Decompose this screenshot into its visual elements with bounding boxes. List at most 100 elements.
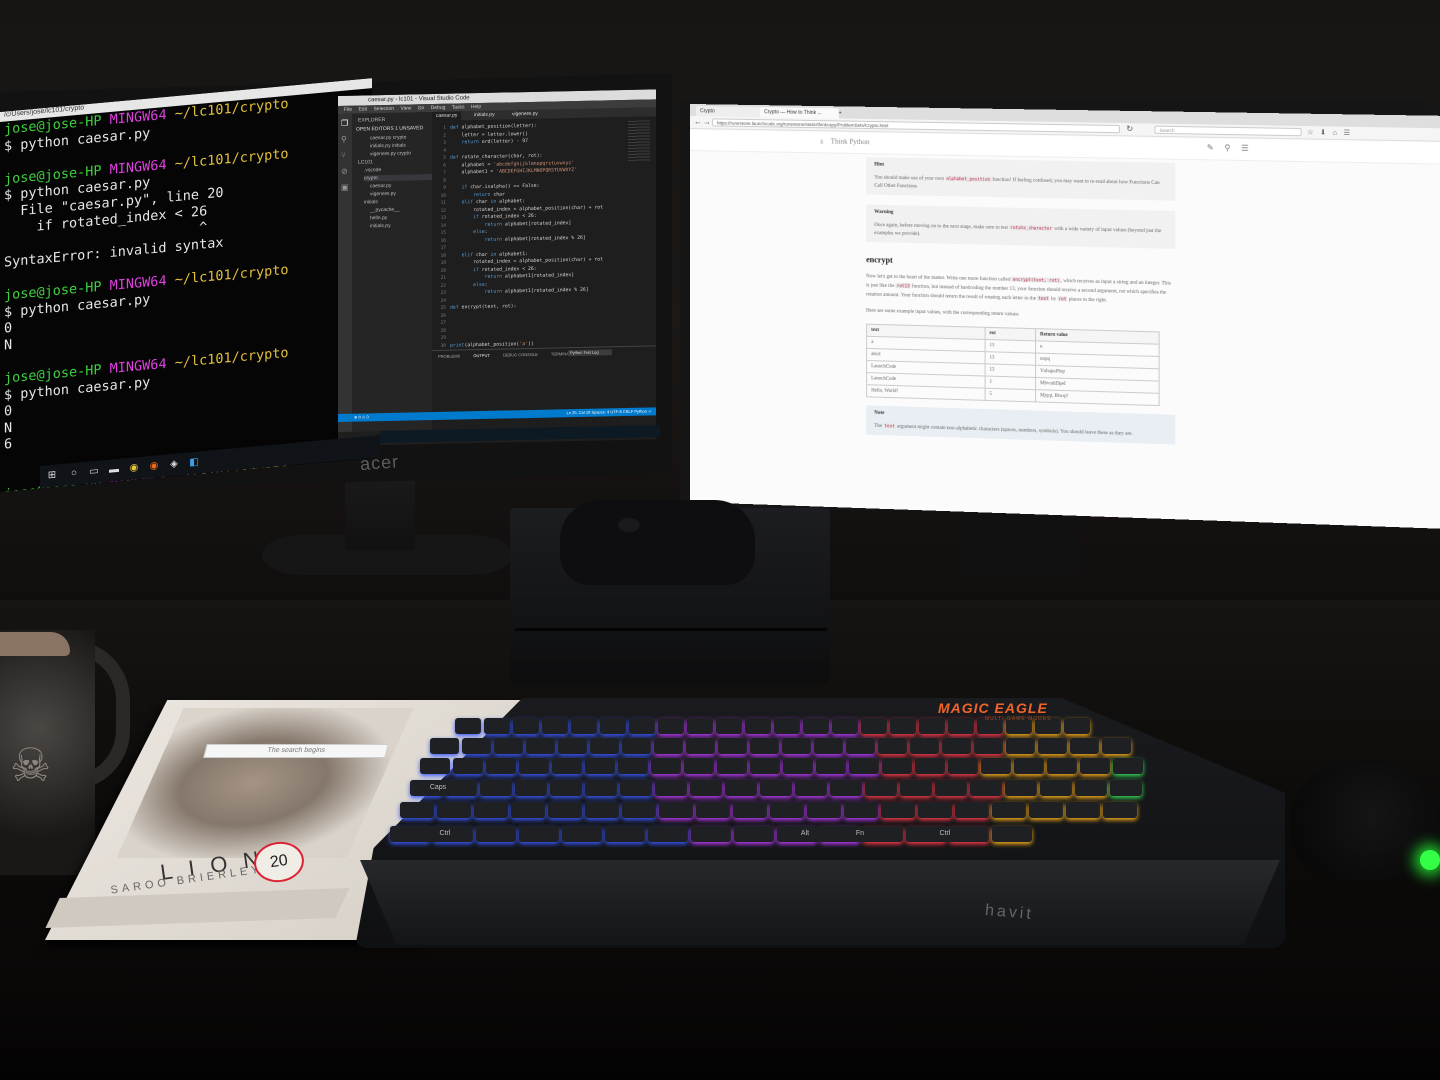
code-keyword: print — [450, 342, 465, 349]
skull-icon: ☠ — [10, 739, 52, 791]
keyboard-key — [658, 718, 684, 734]
firefox-icon[interactable]: ◉ — [148, 460, 160, 473]
keyboard-key — [542, 718, 568, 734]
explorer-item[interactable]: .vscode — [364, 167, 381, 173]
explorer-item[interactable]: caesar.py crypto — [370, 135, 406, 142]
keyboard-key — [1075, 780, 1107, 796]
menu-file[interactable]: File — [344, 107, 352, 113]
keyboard-key — [970, 780, 1002, 796]
keyboard-key — [605, 826, 645, 842]
keyboard-key — [687, 718, 713, 734]
code-keyword: if — [473, 215, 479, 221]
debug-icon[interactable]: ⊘ — [341, 167, 349, 176]
menu-edit[interactable]: Edit — [358, 106, 367, 112]
tab-problems[interactable]: PROBLEMS — [438, 353, 460, 358]
app-icon[interactable]: ◈ — [168, 458, 180, 471]
vscode-window[interactable]: caesar.py - lc101 - Visual Studio Code F… — [338, 89, 656, 446]
status-info[interactable]: Ln 25, Col 19 Spaces: 4 UTF-8 CRLF Pytho… — [567, 407, 652, 417]
new-tab-button[interactable]: + — [835, 108, 851, 118]
tab-debug-console[interactable]: DEBUG CONSOLE — [503, 352, 538, 358]
explorer-item[interactable]: LC101 — [358, 159, 373, 165]
modifier-key: Caps — [418, 780, 458, 796]
explorer-item[interactable]: __pycache__ — [370, 207, 400, 214]
menu-tasks[interactable]: Tasks — [452, 104, 465, 110]
explorer-item[interactable]: initials — [364, 199, 378, 205]
code-keyword: in — [490, 252, 497, 258]
output-channel-select[interactable]: Python Test Log — [568, 349, 612, 357]
explorer-item[interactable]: caesar.py — [370, 183, 391, 189]
forward-icon[interactable]: → — [703, 117, 711, 126]
keyboard-key — [760, 780, 792, 796]
menu-view[interactable]: View — [400, 105, 411, 111]
reload-icon[interactable]: ↻ — [1126, 124, 1133, 133]
browser-window[interactable]: Crypto Crypto — How to Think ... + ← → h… — [690, 104, 1440, 529]
code-editor[interactable]: 1 2 3 4 5 6 7 8 9 10 11 12 13 14 15 16 17 18 19 20 21 22 23 24 2… — [432, 116, 656, 378]
minimap[interactable] — [628, 120, 650, 161]
keyboard-key — [691, 826, 731, 842]
keyboard-key — [717, 758, 747, 774]
terminal-output[interactable]: jose@jose-HP MINGW64 ~/lc101/crypto $ pyt… — [4, 88, 370, 492]
extensions-icon[interactable]: ▣ — [341, 183, 349, 192]
keyboard-key — [420, 758, 450, 774]
keyboard-key — [620, 780, 652, 796]
line-number: 11 — [440, 200, 446, 206]
console-seam — [515, 628, 827, 631]
keyboard-key — [696, 802, 730, 818]
coffee — [0, 632, 70, 656]
keyboard-key — [1014, 758, 1044, 774]
menu-help[interactable]: Help — [471, 104, 481, 110]
line-number: 7 — [443, 170, 446, 176]
keyboard-key — [1047, 758, 1077, 774]
controller-thumbstick — [618, 518, 640, 532]
paragraph-1: Now let's get to the heart of the matter… — [866, 272, 1175, 307]
warning-callout: Warning Once again, before moving on to … — [866, 204, 1176, 249]
task-view-icon[interactable]: ▭ — [88, 466, 100, 479]
code-keyword: return — [484, 274, 502, 280]
explorer-item[interactable]: hello.py — [370, 215, 387, 221]
warning-code: rotate_character — [1009, 224, 1053, 231]
code-keyword: if — [473, 267, 479, 273]
windows-start-icon[interactable]: ⊞ — [46, 469, 58, 482]
note-callout: Note The text argument might contain non… — [866, 405, 1176, 445]
chrome-icon[interactable]: ◉ — [128, 462, 140, 475]
keyboard-key — [770, 802, 804, 818]
hint-heading: Hint — [874, 162, 885, 168]
line-number: 17 — [440, 245, 446, 251]
keyboard-key — [400, 802, 434, 818]
files-icon[interactable]: ❐ — [341, 119, 349, 128]
keyboard-key — [455, 718, 481, 734]
site-header-icons[interactable]: ✎⚲☰ — [1207, 143, 1259, 153]
keyboard-key — [782, 738, 811, 754]
keyboard-key — [1103, 802, 1137, 818]
explorer-item[interactable]: vigenere.py crypto — [370, 150, 411, 157]
browser-search-input[interactable]: Search — [1154, 125, 1302, 137]
explorer-item[interactable]: crypto — [364, 173, 434, 182]
site-title[interactable]: Think Python — [831, 137, 870, 146]
keyboard-key — [865, 780, 897, 796]
open-editors-header[interactable]: OPEN EDITORS 1 UNSAVED — [356, 125, 423, 132]
menu-selection[interactable]: Selection — [373, 106, 394, 112]
search-circle-icon[interactable]: ○ — [68, 467, 80, 480]
keyboard-key — [476, 826, 516, 842]
keyboard-key — [846, 738, 875, 754]
terminal-window[interactable]: /c/Users/jose/lc101/crypto jose@jose-HP … — [0, 78, 372, 492]
file-explorer-icon[interactable]: ▬ — [108, 464, 120, 477]
keyboard-key — [437, 802, 471, 818]
search-icon[interactable]: ⚲ — [341, 135, 349, 144]
source-control-icon[interactable]: ⑂ — [341, 151, 349, 160]
vscode-taskbar-icon[interactable]: ◧ — [188, 456, 200, 469]
explorer-item[interactable]: initials.py initials — [370, 143, 406, 150]
tab-output[interactable]: OUTPUT — [473, 353, 489, 358]
menu-go[interactable]: Go — [418, 105, 425, 111]
code-lines[interactable]: def alphabet_position(letter): letter = … — [450, 121, 626, 380]
explorer-item[interactable]: vigenere.py — [370, 191, 396, 198]
back-icon[interactable]: ← — [694, 117, 702, 126]
browser-toolbar-icons[interactable]: ☆⬇⌂☰ — [1307, 128, 1357, 137]
keyboard-key — [494, 738, 523, 754]
code-keyword: return — [461, 140, 479, 146]
keyboard-key — [1066, 802, 1100, 818]
status-problems[interactable]: ⊗ 0 ⚠ 0 — [354, 413, 369, 421]
explorer-item[interactable]: initials.py — [370, 223, 391, 229]
keyboard-key — [552, 758, 582, 774]
menu-debug[interactable]: Debug — [431, 105, 446, 111]
